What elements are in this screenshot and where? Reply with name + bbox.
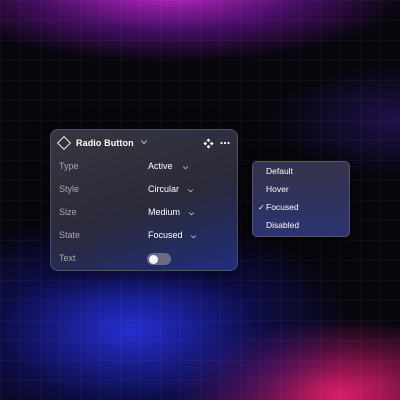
move-arrows-icon[interactable] (203, 138, 214, 149)
menu-item-label: Disabled (266, 220, 300, 230)
properties-panel: Radio Button Type Active Style Circular (50, 129, 238, 271)
chevron-down-icon[interactable] (188, 210, 195, 217)
property-select-size[interactable]: Medium (148, 207, 180, 217)
menu-item-label: Default (266, 166, 293, 176)
component-diamond-icon (56, 135, 72, 151)
chevron-down-icon[interactable] (187, 187, 194, 194)
menu-item-label: Focused (266, 202, 299, 212)
property-select-state[interactable]: Focused (148, 230, 183, 240)
state-dropdown-menu: Default Hover ✓ Focused Disabled (252, 161, 350, 237)
menu-item-hover[interactable]: Hover (253, 181, 349, 199)
panel-header: Radio Button (51, 130, 237, 158)
property-row-style: Style Circular (51, 182, 237, 198)
property-row-type: Type Active (51, 159, 237, 175)
property-label-state: State (59, 230, 81, 240)
menu-item-disabled[interactable]: Disabled (253, 217, 349, 235)
toggle-knob (148, 254, 158, 264)
more-horizontal-icon[interactable] (219, 137, 231, 149)
menu-item-focused[interactable]: ✓ Focused (253, 199, 349, 217)
property-label-type: Type (59, 161, 79, 171)
property-row-state: State Focused (51, 228, 237, 244)
text-toggle[interactable] (147, 253, 171, 265)
check-icon: ✓ (258, 203, 265, 212)
menu-item-label: Hover (266, 184, 289, 194)
property-select-style[interactable]: Circular (148, 184, 179, 194)
property-select-type[interactable]: Active (148, 161, 173, 171)
menu-item-default[interactable]: Default (253, 163, 349, 181)
chevron-down-icon[interactable] (190, 233, 197, 240)
property-row-size: Size Medium (51, 205, 237, 221)
property-label-size: Size (59, 207, 77, 217)
property-label-text: Text (59, 253, 76, 263)
property-row-text: Text (51, 251, 237, 267)
chevron-down-icon[interactable] (140, 138, 148, 146)
property-label-style: Style (59, 184, 80, 194)
panel-title: Radio Button (76, 138, 134, 148)
chevron-down-icon[interactable] (182, 164, 189, 171)
